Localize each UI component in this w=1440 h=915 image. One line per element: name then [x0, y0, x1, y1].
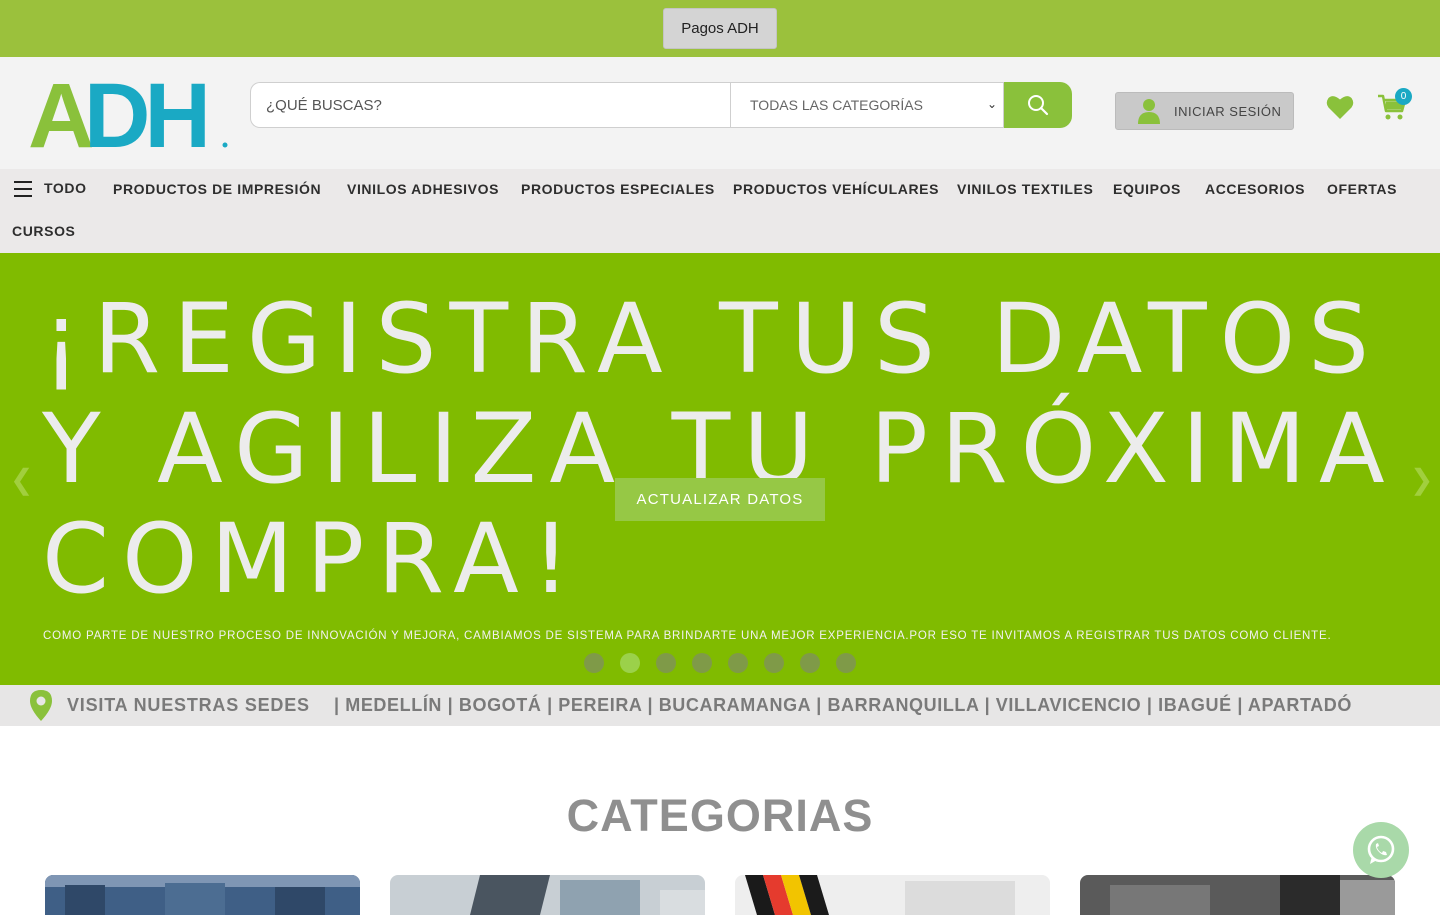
cart-count-badge: 0: [1395, 88, 1412, 105]
search-input[interactable]: [250, 82, 730, 128]
carousel-dot[interactable]: [656, 653, 676, 673]
adh-logo[interactable]: A DH: [28, 75, 232, 151]
nav-item-productos-vehiculares[interactable]: PRODUCTOS VEHÍCULARES: [733, 181, 939, 197]
sedes-cities[interactable]: | MEDELLÍN | BOGOTÁ | PEREIRA | BUCARAMA…: [334, 695, 1352, 716]
location-pin-icon: [30, 690, 52, 721]
nav-item-accesorios[interactable]: ACCESORIOS: [1205, 181, 1305, 197]
nav-item-cursos[interactable]: CURSOS: [12, 223, 76, 239]
nav-item-todo[interactable]: TODO: [44, 180, 87, 196]
category-card[interactable]: [735, 875, 1050, 915]
hero-headline-line-3: COMPRA!: [42, 503, 584, 615]
carousel-prev-icon[interactable]: ❮: [10, 463, 33, 496]
categories-title: CATEGORIAS: [566, 790, 874, 841]
sedes-bar: VISITA NUESTRAS SEDES | MEDELLÍN | BOGOT…: [0, 685, 1440, 726]
carousel-dot[interactable]: [764, 653, 784, 673]
hero-headline-line-1: ¡REGISTRA TUS DATOS: [42, 283, 1383, 395]
login-label: INICIAR SESIÓN: [1174, 103, 1282, 119]
category-select-value: TODAS LAS CATEGORÍAS: [750, 97, 923, 113]
nav-item-equipos[interactable]: EQUIPOS: [1113, 181, 1181, 197]
carousel-dot-active[interactable]: [620, 653, 640, 673]
category-nav: TODO PRODUCTOS DE IMPRESIÓN VINILOS ADHE…: [0, 169, 1440, 253]
carousel-dot[interactable]: [836, 653, 856, 673]
nav-item-ofertas[interactable]: OFERTAS: [1327, 181, 1397, 197]
category-card-image: [45, 875, 360, 915]
category-card[interactable]: [390, 875, 705, 915]
sedes-title: VISITA NUESTRAS SEDES: [67, 695, 310, 715]
pagos-adh-button[interactable]: Pagos ADH: [663, 8, 777, 49]
carousel-dot[interactable]: [800, 653, 820, 673]
carousel-dot[interactable]: [692, 653, 712, 673]
hero-banner[interactable]: ¡REGISTRA TUS DATOS Y AGILIZA TU PRÓXIMA…: [0, 253, 1440, 685]
search-icon: [1028, 95, 1049, 116]
carousel-dot[interactable]: [728, 653, 748, 673]
carousel-dots: [584, 653, 856, 673]
nav-item-vinilos-textiles[interactable]: VINILOS TEXTILES: [957, 181, 1093, 197]
heart-icon[interactable]: [1326, 94, 1354, 120]
promo-bar: Pagos ADH: [0, 0, 1440, 57]
hamburger-menu-icon[interactable]: [14, 181, 32, 197]
actualizar-datos-button[interactable]: ACTUALIZAR DATOS: [615, 478, 825, 521]
whatsapp-button[interactable]: [1353, 822, 1409, 878]
carousel-dot[interactable]: [584, 653, 604, 673]
site-header: A DH TODAS LAS CATEGORÍAS ⌄ INICIAR SESI…: [0, 57, 1440, 169]
nav-item-vinilos-adhesivos[interactable]: VINILOS ADHESIVOS: [347, 181, 499, 197]
category-card-image: [390, 875, 705, 915]
category-card-image: [735, 875, 1050, 915]
category-card[interactable]: [1080, 875, 1395, 915]
category-card[interactable]: [45, 875, 360, 915]
search-button[interactable]: [1004, 82, 1072, 128]
user-icon: [1138, 99, 1160, 124]
nav-item-productos-especiales[interactable]: PRODUCTOS ESPECIALES: [521, 181, 715, 197]
hero-subtitle: COMO PARTE DE NUESTRO PROCESO DE INNOVAC…: [43, 630, 1332, 642]
svg-text:DH: DH: [84, 75, 205, 151]
login-button[interactable]: INICIAR SESIÓN: [1115, 92, 1294, 130]
nav-item-productos-impresion[interactable]: PRODUCTOS DE IMPRESIÓN: [113, 181, 321, 197]
carousel-next-icon[interactable]: ❯: [1410, 463, 1433, 496]
search-bar: TODAS LAS CATEGORÍAS ⌄: [250, 82, 1072, 128]
whatsapp-icon: [1367, 835, 1395, 864]
category-select[interactable]: TODAS LAS CATEGORÍAS ⌄: [730, 82, 1004, 128]
category-card-image: [1080, 875, 1395, 915]
chevron-down-icon: ⌄: [986, 97, 997, 111]
